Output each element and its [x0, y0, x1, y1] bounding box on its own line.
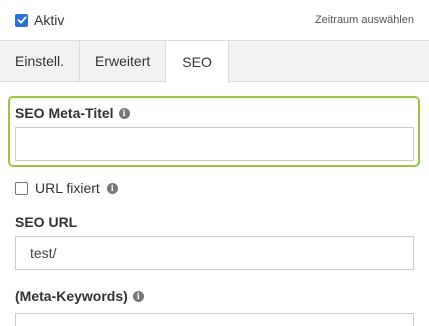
- top-bar: Aktiv Zeitraum auswählen: [0, 0, 429, 40]
- active-checkbox[interactable]: [15, 13, 28, 27]
- check-icon: [17, 16, 26, 24]
- tab-seo[interactable]: SEO: [165, 41, 229, 83]
- info-icon[interactable]: i: [106, 182, 118, 194]
- url-fixed-option[interactable]: URL fixiert i: [15, 180, 118, 196]
- meta-title-label-text: SEO Meta-Titel: [15, 105, 114, 121]
- select-period-link[interactable]: Zeitraum auswählen: [315, 14, 414, 26]
- tab-bar: Einstell. Erweitert SEO: [0, 40, 429, 83]
- meta-keywords-label-text: (Meta-Keywords): [15, 288, 128, 304]
- active-toggle[interactable]: Aktiv: [15, 12, 64, 28]
- tab-advanced[interactable]: Erweitert: [80, 41, 167, 81]
- seo-url-label-text: SEO URL: [15, 214, 78, 230]
- tab-settings[interactable]: Einstell.: [0, 41, 81, 81]
- active-label: Aktiv: [34, 12, 65, 28]
- url-fixed-label: URL fixiert: [35, 180, 100, 196]
- url-fixed-checkbox[interactable]: [15, 181, 28, 195]
- meta-keywords-input[interactable]: [15, 313, 414, 326]
- seo-url-input[interactable]: test/: [15, 236, 414, 270]
- meta-keywords-label: (Meta-Keywords) i: [15, 288, 144, 304]
- meta-title-input[interactable]: [15, 127, 414, 161]
- meta-title-label: SEO Meta-Titel i: [15, 105, 130, 121]
- info-icon[interactable]: i: [118, 107, 130, 119]
- info-icon[interactable]: i: [132, 290, 144, 302]
- seo-url-label: SEO URL: [15, 214, 77, 230]
